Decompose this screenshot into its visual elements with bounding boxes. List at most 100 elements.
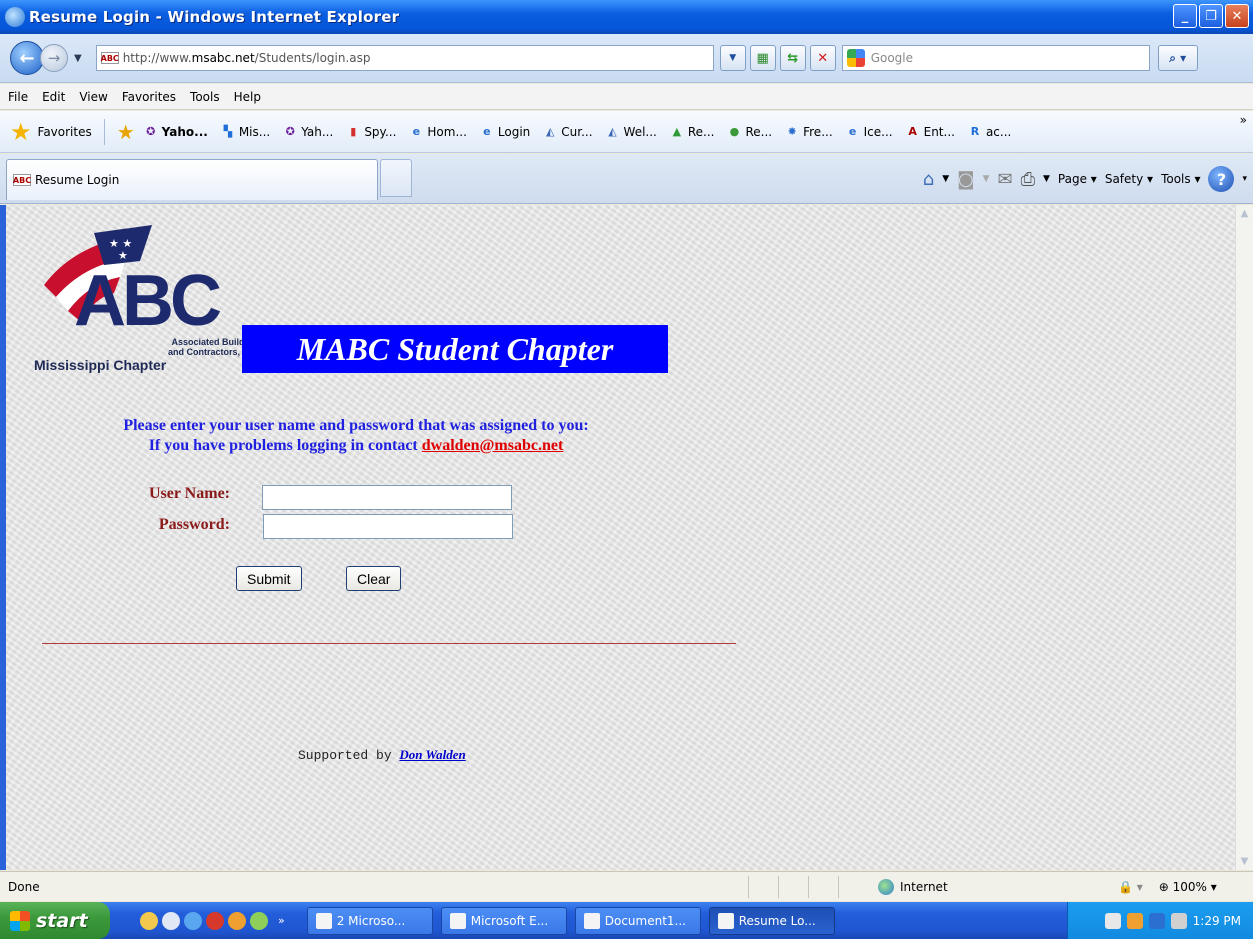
quick-launch-icon[interactable]: [206, 911, 224, 930]
quick-launch-icon[interactable]: [228, 911, 246, 930]
scroll-down-arrow-icon[interactable]: ▼: [1236, 853, 1253, 870]
ie-quick-launch-icon[interactable]: [184, 911, 202, 930]
start-button[interactable]: start: [0, 902, 110, 939]
read-mail-icon[interactable]: ✉: [998, 169, 1013, 190]
tab-favicon-icon: ABC: [12, 174, 32, 186]
favorite-item[interactable]: e Login: [479, 125, 530, 139]
favorite-item[interactable]: ✸ Fre...: [784, 125, 833, 139]
tray-icon[interactable]: [1126, 912, 1143, 929]
favorite-item[interactable]: A Ent...: [905, 125, 955, 139]
spy-icon: ▮: [350, 124, 357, 138]
tab-resume-login[interactable]: ABC Resume Login: [6, 159, 378, 200]
google-icon: [846, 49, 865, 67]
menu-bar: File Edit View Favorites Tools Help: [0, 84, 1253, 110]
command-bar: ⌂ ▼ ◙ ▼ ✉ ⎙ ▼ Page ▾ Safety ▾ Tools ▾ ? …: [923, 166, 1247, 192]
quick-launch-overflow-icon[interactable]: »: [278, 914, 285, 927]
contact-email-link[interactable]: dwalden@msabc.net: [422, 437, 564, 454]
password-input[interactable]: [263, 514, 513, 539]
username-input[interactable]: [262, 485, 512, 510]
quick-launch-icon[interactable]: [162, 911, 180, 930]
favorites-button[interactable]: Favorites: [38, 125, 92, 139]
chapter-banner: MABC Student Chapter: [242, 325, 668, 373]
status-bar: Done Internet 🔒 ▾ ⊕ 100% ▾: [0, 871, 1253, 901]
taskbar-task-button[interactable]: Document1...: [574, 906, 701, 935]
home-icon[interactable]: ⌂: [923, 169, 934, 190]
favorite-item-label: Yaho...: [161, 124, 208, 139]
quick-launch: [140, 911, 268, 930]
address-input[interactable]: ABC http://www.msabc.net/Students/login.…: [95, 45, 714, 71]
help-dropdown-icon[interactable]: ▾: [1242, 174, 1247, 184]
back-button[interactable]: ←: [10, 41, 44, 75]
maximize-button[interactable]: ❐: [1199, 4, 1223, 28]
instruction-line-2: If you have problems logging in contact …: [148, 437, 564, 454]
logo-chapter-text: Mississippi Chapter: [34, 357, 167, 373]
support-name-link[interactable]: Don Walden: [399, 747, 465, 762]
address-dropdown-button[interactable]: ▼: [719, 45, 746, 71]
favorite-item[interactable]: ✪ Yah...: [282, 125, 334, 139]
taskbar-task-button[interactable]: Microsoft E...: [440, 906, 567, 935]
feeds-icon[interactable]: ◙: [957, 169, 974, 190]
favorite-item[interactable]: ▲ Re...: [669, 125, 715, 139]
print-dropdown-icon[interactable]: ▼: [1043, 174, 1050, 184]
menu-file[interactable]: File: [8, 90, 28, 104]
close-button[interactable]: ✕: [1225, 4, 1249, 28]
submit-button[interactable]: Submit: [236, 566, 302, 591]
favorite-item-label: Ent...: [923, 124, 955, 139]
menu-view[interactable]: View: [79, 90, 107, 104]
quick-launch-icon[interactable]: [250, 911, 268, 930]
favorites-star-icon[interactable]: ★: [10, 118, 32, 146]
search-button[interactable]: ⌕ ▾: [1157, 45, 1198, 71]
feeds-dropdown-icon[interactable]: ▼: [983, 174, 990, 184]
clock[interactable]: 1:29 PM: [1193, 914, 1241, 928]
tray-icon[interactable]: [1170, 912, 1187, 929]
menu-help[interactable]: Help: [234, 90, 261, 104]
security-zone[interactable]: Internet: [878, 878, 1058, 895]
taskbar-task-button[interactable]: Resume Lo...: [708, 906, 835, 935]
zoom-control[interactable]: ⊕ 100% ▾: [1159, 880, 1217, 894]
clear-button[interactable]: Clear: [346, 566, 402, 591]
add-favorite-icon[interactable]: ★: [117, 120, 135, 144]
taskbar-task-button[interactable]: 2 Microso...: [306, 906, 433, 935]
favorites-overflow-icon[interactable]: »: [1240, 113, 1247, 127]
svg-text:ABC: ABC: [74, 261, 221, 340]
tray-icon[interactable]: [1104, 912, 1121, 929]
minimize-button[interactable]: _: [1173, 4, 1197, 28]
menu-edit[interactable]: Edit: [42, 90, 65, 104]
favorite-item-label: Spy...: [364, 124, 397, 139]
menu-favorites[interactable]: Favorites: [122, 90, 176, 104]
task-label: Microsoft E...: [470, 913, 549, 928]
favorite-item[interactable]: e Ice...: [845, 125, 893, 139]
page-menu[interactable]: Page ▾: [1058, 172, 1097, 186]
favorite-item[interactable]: Rac...: [967, 124, 1012, 139]
home-dropdown-icon[interactable]: ▼: [942, 174, 949, 184]
recent-pages-dropdown[interactable]: ▼: [74, 53, 82, 64]
menu-tools[interactable]: Tools: [190, 90, 220, 104]
favorite-item[interactable]: ✪ Yaho...: [143, 125, 208, 139]
vertical-scrollbar[interactable]: ▲ ▼: [1235, 205, 1253, 870]
print-icon[interactable]: ⎙: [1021, 169, 1035, 190]
favorite-item[interactable]: ◭ Cur...: [542, 124, 593, 139]
tray-icon[interactable]: [1148, 912, 1165, 929]
new-tab-button[interactable]: [380, 159, 412, 197]
protected-mode-icon[interactable]: 🔒 ▾: [1118, 880, 1143, 894]
safety-menu[interactable]: Safety ▾: [1105, 172, 1153, 186]
logo-subtitle: Associated Builders and Contractors, Inc…: [167, 337, 258, 357]
forward-button[interactable]: →: [40, 44, 68, 72]
favorite-item[interactable]: ▮ Spy...: [345, 125, 396, 139]
favorites-separator: [103, 118, 105, 145]
favorite-item-label: Cur...: [561, 124, 593, 139]
favorite-item[interactable]: ◭ Wel...: [605, 125, 657, 139]
scroll-up-arrow-icon[interactable]: ▲: [1236, 205, 1253, 222]
help-icon[interactable]: ?: [1208, 166, 1235, 192]
rac-icon: R: [970, 124, 980, 138]
compatibility-view-icon[interactable]: ▦: [749, 45, 776, 71]
quick-launch-icon[interactable]: [140, 911, 158, 930]
tools-menu[interactable]: Tools ▾: [1161, 172, 1200, 186]
favorite-item[interactable]: ● Re...: [726, 125, 772, 139]
refresh-icon[interactable]: ⇆: [779, 45, 806, 71]
stop-icon[interactable]: ✕: [809, 45, 836, 71]
favorite-item-label: Re...: [687, 124, 715, 139]
favorite-item[interactable]: ▚ Mis...: [220, 125, 271, 139]
search-input[interactable]: Google: [841, 45, 1150, 71]
favorite-item[interactable]: e Hom...: [408, 125, 467, 139]
